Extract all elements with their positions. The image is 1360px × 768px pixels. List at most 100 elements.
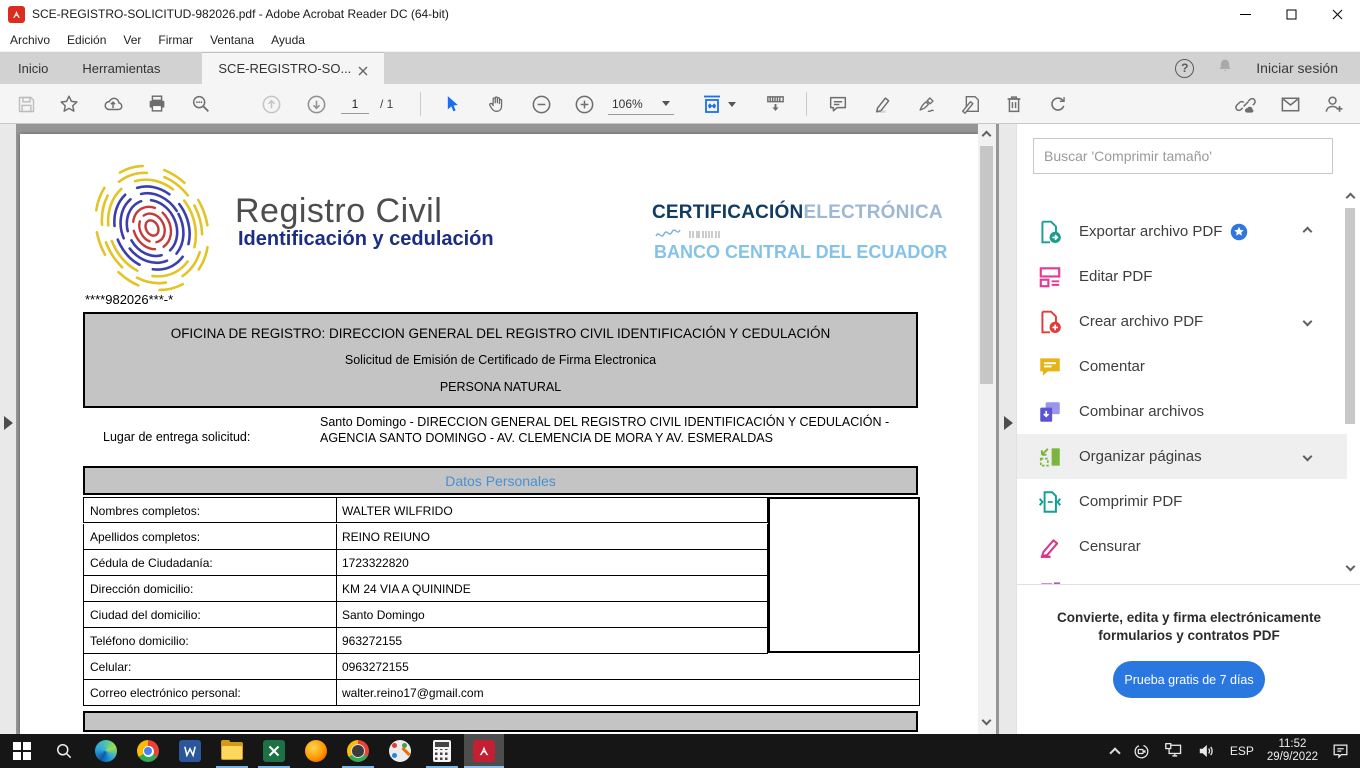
premium-star-badge [1230, 223, 1248, 241]
chevron-up-icon[interactable] [1303, 227, 1313, 237]
fill-sign-icon[interactable] [913, 91, 941, 117]
registro-civil-subtitle: Identificación y cedulación [238, 228, 494, 251]
window-controls [1222, 0, 1360, 28]
chevron-down-icon[interactable] [1303, 317, 1313, 327]
tray-expand-icon[interactable] [1109, 747, 1120, 758]
tool-label: Combinar archivos [1079, 403, 1204, 420]
tray-meet-now-icon[interactable] [1132, 742, 1151, 761]
tab-inicio[interactable]: Inicio [2, 52, 64, 84]
page-number-input[interactable] [341, 94, 369, 114]
menu-ayuda[interactable]: Ayuda [271, 33, 305, 47]
maximize-button[interactable] [1268, 0, 1314, 28]
taskbar-chrome[interactable] [128, 734, 168, 768]
scrollbar-thumb[interactable] [1345, 208, 1355, 424]
tool-export-pdf[interactable]: Exportar archivo PDF [1017, 209, 1347, 254]
tab-herramientas[interactable]: Herramientas [66, 52, 176, 84]
star-icon[interactable] [55, 91, 83, 117]
menu-ventana[interactable]: Ventana [210, 33, 254, 47]
organize-pages-icon [1037, 444, 1063, 470]
tool-edit-pdf[interactable]: Editar PDF [1017, 254, 1347, 299]
tool-comment[interactable]: Comentar [1017, 344, 1347, 389]
tab-document-active[interactable]: SCE-REGISTRO-SO... [202, 52, 384, 84]
highlight-tool-icon[interactable] [869, 91, 897, 117]
email-icon[interactable] [1276, 91, 1304, 117]
previous-page-icon[interactable] [257, 91, 285, 117]
taskbar-word[interactable] [170, 734, 210, 768]
print-icon[interactable] [143, 91, 171, 117]
taskbar-search-button[interactable] [44, 734, 84, 768]
nav-pane-toggle-icon[interactable] [4, 416, 13, 430]
comment-tool-icon[interactable] [824, 91, 852, 117]
taskbar-chrome-profile[interactable] [338, 734, 378, 768]
zoom-out-icon[interactable] [527, 91, 555, 117]
minimize-button[interactable] [1222, 0, 1268, 28]
tool-organize-pages[interactable]: Organizar páginas [1017, 434, 1347, 479]
chevron-down-icon[interactable] [1303, 452, 1313, 462]
taskbar-calculator[interactable] [422, 734, 462, 768]
trial-promo: Convierte, edita y firma electrónicament… [1017, 584, 1360, 734]
taskbar-explorer[interactable] [212, 734, 252, 768]
sign-in-button[interactable]: Iniciar sesión [1256, 60, 1338, 76]
tray-volume-icon[interactable] [1197, 742, 1217, 760]
tool-redact[interactable]: Censurar [1017, 524, 1347, 569]
taskbar-paint[interactable] [380, 734, 420, 768]
next-page-icon[interactable] [302, 91, 330, 117]
tray-clock[interactable]: 11:52 29/9/2022 [1267, 738, 1318, 764]
scroll-down-icon[interactable] [1346, 562, 1356, 572]
zoom-level-select[interactable]: 106% [608, 93, 674, 115]
redo-tool-icon[interactable] [1044, 91, 1072, 117]
taskbar-edge[interactable] [86, 734, 126, 768]
taskbar-firefox[interactable] [296, 734, 336, 768]
zoom-level-value: 106% [612, 97, 643, 111]
zoom-caret-icon [662, 101, 670, 106]
menu-firmar[interactable]: Firmar [158, 33, 193, 47]
acrobat-icon [473, 740, 495, 762]
bell-icon[interactable] [1216, 57, 1234, 80]
close-button[interactable] [1314, 0, 1360, 28]
menu-ver[interactable]: Ver [123, 33, 141, 47]
tray-language[interactable]: ESP [1230, 744, 1254, 758]
tool-combine-files[interactable]: Combinar archivos [1017, 389, 1347, 434]
start-button[interactable] [2, 734, 42, 768]
taskbar-acrobat[interactable] [464, 734, 504, 768]
taskbar: ESP 11:52 29/9/2022 [0, 734, 1360, 768]
tools-pane-toggle-icon[interactable] [1004, 416, 1013, 430]
table-row: Dirección domicilio:KM 24 VIA A QUININDE [83, 576, 768, 602]
tools-search-input[interactable] [1033, 138, 1333, 174]
hand-tool-icon[interactable] [482, 91, 510, 117]
help-icon[interactable]: ? [1175, 59, 1194, 78]
action-center-icon[interactable] [1331, 742, 1350, 761]
request-signatures-icon[interactable] [1319, 91, 1347, 117]
scroll-mode-icon[interactable] [761, 91, 789, 117]
tray-network-icon[interactable] [1164, 742, 1184, 760]
search-icon[interactable] [187, 91, 215, 117]
scroll-down-icon[interactable] [982, 716, 992, 726]
menu-edicion[interactable]: Edición [67, 33, 106, 47]
scrollbar-thumb[interactable] [980, 146, 993, 384]
tool-prepare-form[interactable]: Preparar formulario [1017, 569, 1347, 584]
document-scrollbar[interactable] [978, 124, 996, 734]
scroll-up-icon[interactable] [982, 131, 992, 141]
fit-width-select[interactable] [700, 91, 736, 117]
tool-compress-pdf[interactable]: Comprimir PDF [1017, 479, 1347, 524]
taskbar-excel[interactable] [254, 734, 294, 768]
table-row: Correo electrónico personal:walter.reino… [83, 680, 920, 706]
acrobat-app-icon [8, 6, 25, 23]
delete-tool-icon[interactable] [1000, 91, 1028, 117]
table-row: Apellidos completos:REINO REIUNO [83, 524, 768, 550]
free-trial-button[interactable]: Prueba gratis de 7 días [1113, 661, 1265, 698]
menu-archivo[interactable]: Archivo [10, 33, 50, 47]
pdf-page: Registro Civil Identificación y cedulaci… [20, 134, 978, 734]
export-pdf-icon [1037, 219, 1063, 245]
stamp-tool-icon[interactable] [956, 91, 984, 117]
calculator-icon [433, 740, 451, 762]
share-cloud-icon[interactable] [99, 91, 127, 117]
save-icon[interactable] [12, 91, 40, 117]
share-link-icon[interactable] [1231, 91, 1259, 117]
tools-list-scrollbar[interactable] [1345, 194, 1357, 574]
scroll-up-icon[interactable] [1346, 193, 1356, 203]
zoom-in-icon[interactable] [570, 91, 598, 117]
select-tool-icon[interactable] [438, 91, 466, 117]
tool-create-pdf[interactable]: Crear archivo PDF [1017, 299, 1347, 344]
tab-close-icon[interactable] [358, 64, 368, 74]
